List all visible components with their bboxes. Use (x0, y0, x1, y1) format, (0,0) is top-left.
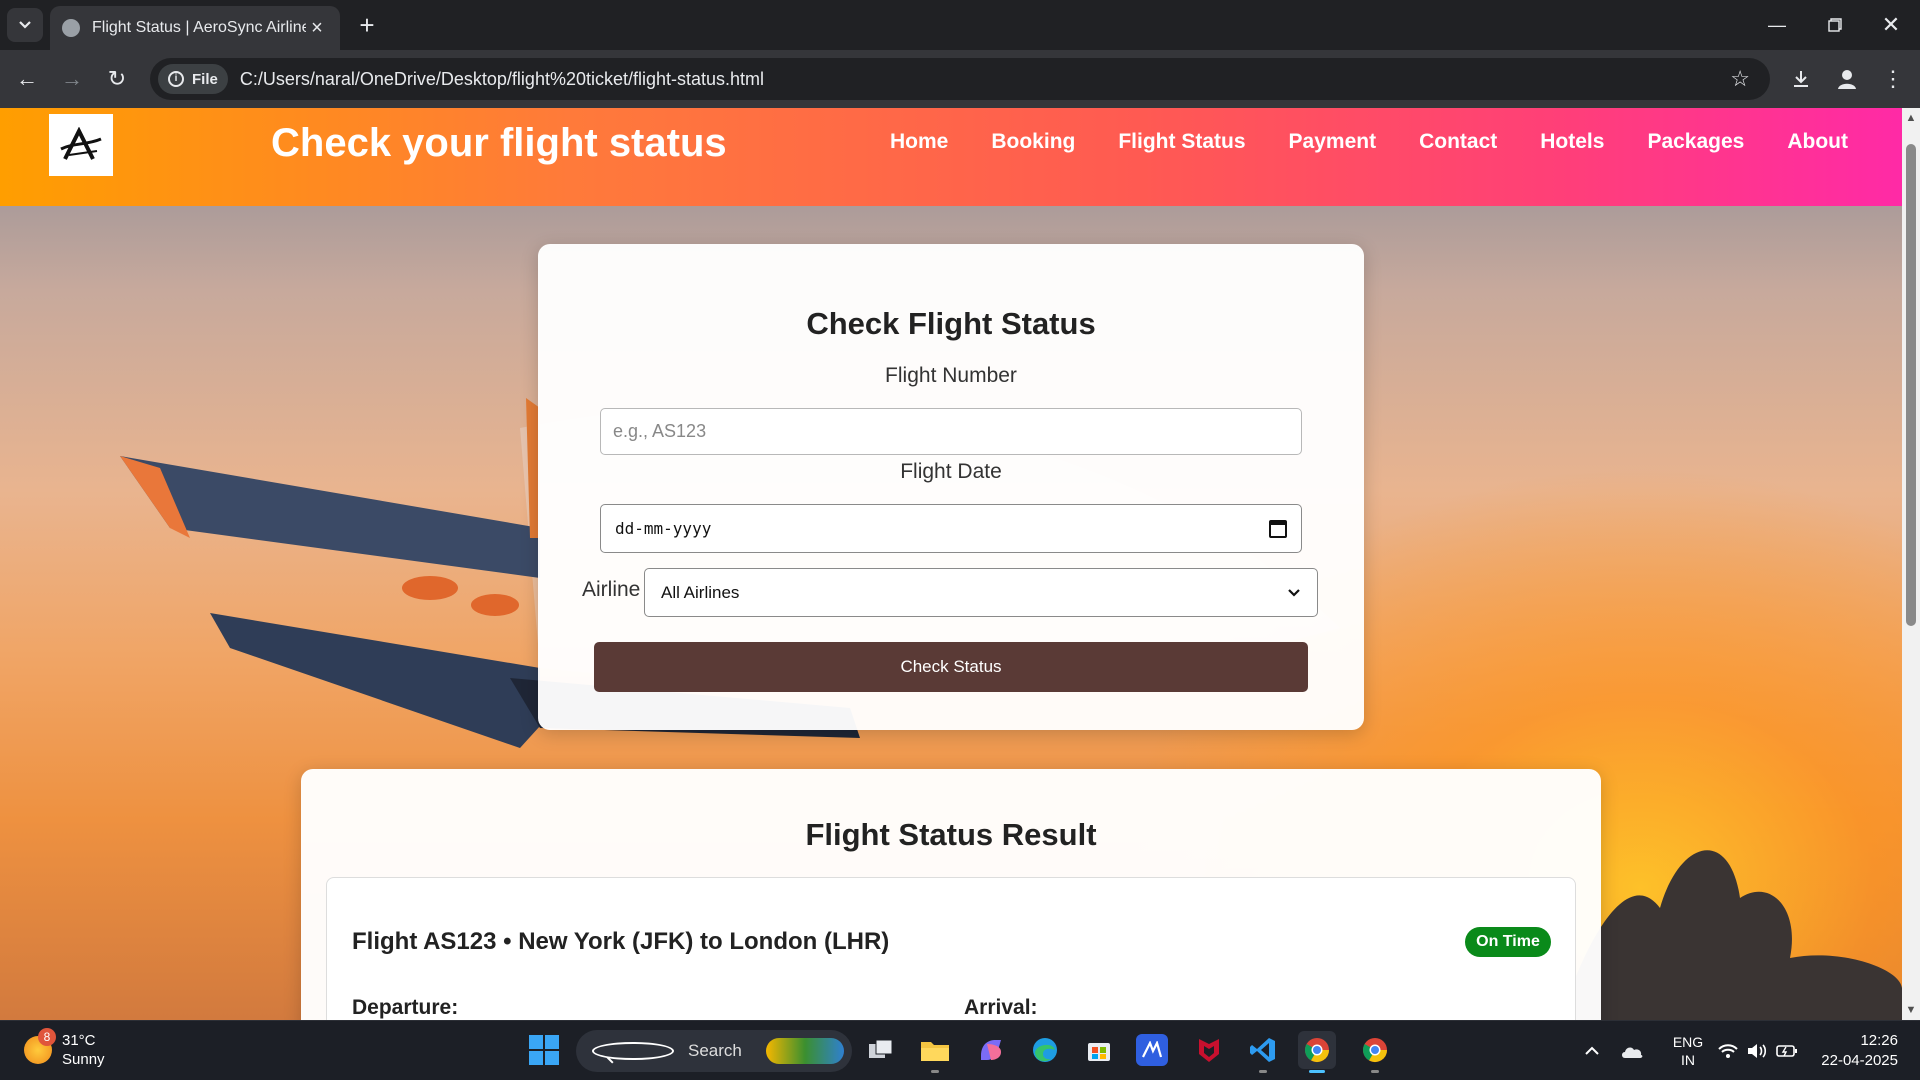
check-status-button[interactable]: Check Status (594, 642, 1308, 692)
flight-title: Flight AS123 • New York (JFK) to London … (352, 928, 890, 955)
lang-line-1: ENG (1672, 1034, 1704, 1050)
page-scrollbar[interactable]: ▲ ▼ (1902, 108, 1920, 1020)
download-icon[interactable] (1784, 62, 1818, 96)
flight-date-value: dd-mm-yyyy (615, 519, 712, 538)
lang-line-2: IN (1681, 1052, 1695, 1068)
taskbar-search[interactable]: Search (576, 1030, 852, 1072)
airline-select[interactable]: All Airlines (644, 568, 1318, 617)
browser-tab[interactable]: Flight Status | AeroSync Airlines × (50, 6, 340, 50)
nav-link-payment[interactable]: Payment (1289, 130, 1377, 154)
departure-label: Departure: (352, 996, 459, 1019)
minimize-icon[interactable]: — (1748, 0, 1806, 50)
nav-link-hotels[interactable]: Hotels (1540, 130, 1604, 154)
file-chip-label: File (192, 70, 218, 88)
site-header: Check your flight status Home Booking Fl… (0, 108, 1902, 206)
globe-icon (62, 19, 80, 37)
airline-selected-value: All Airlines (661, 582, 740, 602)
system-clock[interactable]: 12:26 22-04-2025 (1810, 1031, 1898, 1071)
menu-icon[interactable]: ⋮ (1876, 62, 1910, 96)
page-viewport: Check your flight status Home Booking Fl… (0, 108, 1902, 1020)
calendar-icon[interactable] (1269, 519, 1287, 538)
new-tab-icon[interactable]: + (352, 10, 382, 40)
profile-icon[interactable] (1830, 62, 1864, 96)
reload-icon[interactable]: ↻ (100, 62, 134, 96)
tab-title: Flight Status | AeroSync Airlines (92, 19, 306, 36)
flight-number-label: Flight Number (885, 364, 1017, 387)
form-heading: Check Flight Status (806, 306, 1096, 341)
flight-status-result-card: Flight Status Result Flight AS123 • New … (301, 769, 1601, 1020)
airline-logo[interactable] (49, 114, 113, 176)
volume-icon[interactable] (1746, 1021, 1768, 1080)
weather-temp: 31°C (62, 1032, 96, 1049)
star-icon[interactable]: ☆ (1730, 66, 1750, 92)
scroll-down-icon[interactable]: ▼ (1905, 1004, 1917, 1016)
windows-taskbar: 8 31°C Sunny Search ENG IN 12:26 22-04-2… (0, 1020, 1920, 1080)
vscode-icon[interactable] (1244, 1031, 1282, 1073)
search-highlight-icon (766, 1038, 844, 1064)
window-close-icon[interactable]: ✕ (1862, 0, 1920, 50)
close-icon[interactable]: × (306, 17, 328, 40)
tab-list-icon[interactable] (7, 8, 43, 42)
site-info-chip[interactable]: i File (158, 64, 228, 94)
nav-link-flight-status[interactable]: Flight Status (1118, 130, 1245, 154)
back-icon[interactable]: ← (10, 62, 44, 96)
airline-label: Airline (582, 578, 641, 601)
flight-date-input[interactable]: dd-mm-yyyy (600, 504, 1302, 553)
chevron-down-icon (1288, 588, 1300, 597)
sun-icon: 8 (24, 1028, 56, 1064)
wifi-icon[interactable] (1718, 1021, 1738, 1080)
copilot-icon[interactable] (972, 1031, 1010, 1069)
nav-link-booking[interactable]: Booking (991, 130, 1075, 154)
browser-toolbar: ← → ↻ i File C:/Users/naral/OneDrive/Des… (0, 50, 1920, 108)
taskbar-search-label: Search (688, 1041, 742, 1060)
mcafee-icon[interactable] (1190, 1031, 1228, 1069)
battery-icon[interactable] (1776, 1021, 1798, 1080)
chevron-up-icon[interactable] (1584, 1021, 1600, 1080)
main-nav: Home Booking Flight Status Payment Conta… (890, 130, 1891, 154)
nav-link-home[interactable]: Home (890, 130, 948, 154)
status-badge: On Time (1465, 927, 1551, 957)
flight-date-label: Flight Date (900, 460, 1002, 483)
nav-link-packages[interactable]: Packages (1647, 130, 1744, 154)
weather-badge: 8 (38, 1028, 56, 1046)
address-bar[interactable]: i File C:/Users/naral/OneDrive/Desktop/f… (150, 58, 1770, 100)
windows-start-icon[interactable] (529, 1035, 559, 1065)
info-icon: i (168, 71, 184, 87)
result-heading: Flight Status Result (805, 817, 1097, 852)
clock-date: 22-04-2025 (1821, 1052, 1898, 1069)
nav-link-contact[interactable]: Contact (1419, 130, 1497, 154)
url-text[interactable]: C:/Users/naral/OneDrive/Desktop/flight%2… (240, 69, 1730, 90)
scrollbar-thumb[interactable] (1906, 144, 1916, 626)
flight-number-input[interactable] (600, 408, 1302, 455)
clock-time: 12:26 (1860, 1032, 1898, 1049)
forward-icon[interactable]: → (55, 62, 89, 96)
chrome-profile-icon[interactable] (1356, 1031, 1394, 1073)
nav-link-about[interactable]: About (1787, 130, 1848, 154)
edge-icon[interactable] (1026, 1031, 1064, 1069)
weather-widget[interactable]: 8 31°C Sunny (24, 1028, 105, 1069)
scroll-up-icon[interactable]: ▲ (1905, 112, 1917, 124)
task-view-icon[interactable] (862, 1031, 900, 1069)
creative-app-icon[interactable] (1136, 1034, 1168, 1066)
page-title: Check your flight status (271, 121, 727, 165)
chrome-icon[interactable] (1298, 1031, 1336, 1073)
language-indicator[interactable]: ENG IN (1668, 1021, 1708, 1080)
browser-tab-bar: Flight Status | AeroSync Airlines × + — … (0, 0, 1920, 50)
file-explorer-icon[interactable] (916, 1031, 954, 1073)
arrival-label: Arrival: (964, 996, 1038, 1019)
microsoft-store-icon[interactable] (1080, 1031, 1118, 1069)
restore-icon[interactable] (1806, 0, 1864, 50)
weather-desc: Sunny (62, 1051, 105, 1068)
search-icon (592, 1042, 674, 1060)
flight-status-form-card: Check Flight Status Flight Number Flight… (538, 244, 1364, 730)
flight-result-item: Flight AS123 • New York (JFK) to London … (326, 877, 1576, 1020)
onedrive-icon[interactable] (1620, 1021, 1644, 1080)
